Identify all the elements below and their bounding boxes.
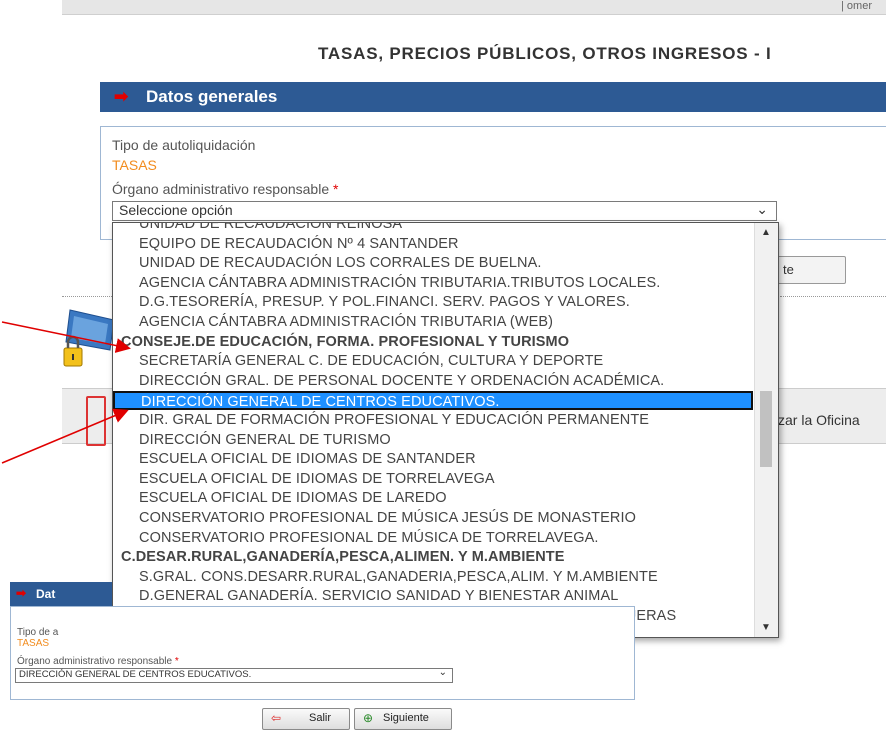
exit-icon: ⇦ <box>271 711 282 725</box>
dropdown-option[interactable]: UNIDAD DE RECAUDACIÓN REINOSA <box>113 223 753 234</box>
dropdown-option[interactable]: DIRECCIÓN GRAL. DE PERSONAL DOCENTE Y OR… <box>113 372 753 391</box>
chevron-down-icon: ⌄ <box>756 201 768 217</box>
dropdown-option[interactable]: CONSERVATORIO PROFESIONAL DE MÚSICA JESÚ… <box>113 509 753 528</box>
organo-select[interactable]: Seleccione opción ⌄ <box>112 201 777 221</box>
mini-datos-header: ➡ Dat <box>10 582 112 606</box>
organo-dropdown-list[interactable]: UNIDAD DE RECAUDACIÓN REINOSA EQUIPO DE R… <box>112 222 779 638</box>
mini-datos-body: Tipo de a TASAS Órgano administrativo re… <box>10 606 635 700</box>
pen-icon <box>86 396 106 446</box>
dropdown-option[interactable]: DIRECCIÓN GENERAL DE TURISMO <box>113 431 753 450</box>
organo-label: Órgano administrativo responsable * <box>112 181 339 197</box>
dropdown-option[interactable]: ESCUELA OFICIAL DE IDIOMAS DE LAREDO <box>113 489 753 508</box>
mini-organo-select[interactable]: DIRECCIÓN GENERAL DE CENTROS EDUCATIVOS.… <box>15 667 453 683</box>
page-title: TASAS, PRECIOS PÚBLICOS, OTROS INGRESOS … <box>318 44 772 63</box>
dropdown-option[interactable]: ESCUELA OFICIAL DE IDIOMAS DE SANTANDER <box>113 450 753 469</box>
tipo-value: TASAS <box>112 157 348 173</box>
dropdown-scrollbar[interactable]: ▲ ▼ <box>754 223 778 637</box>
siguiente-button[interactable]: ⊕ Siguiente <box>354 708 452 730</box>
salir-button[interactable]: ⇦ Salir <box>262 708 350 730</box>
dropdown-option[interactable]: ESCUELA OFICIAL DE IDIOMAS DE TORRELAVEG… <box>113 470 753 489</box>
mini-select-value: DIRECCIÓN GENERAL DE CENTROS EDUCATIVOS. <box>19 669 252 680</box>
dropdown-option[interactable]: UNIDAD DE RECAUDACIÓN LOS CORRALES DE BU… <box>113 254 753 273</box>
dropdown-group-label: CONSEJE.DE EDUCACIÓN, FORMA. PROFESIONAL… <box>121 333 570 350</box>
siguiente-label: Siguiente <box>383 712 429 724</box>
dropdown-option[interactable]: DIR. GRAL DE FORMACIÓN PROFESIONAL Y EDU… <box>113 411 753 430</box>
mini-organo-label: Órgano administrativo responsable * <box>17 656 179 667</box>
band-link-text[interactable]: zar la Oficina <box>778 412 860 428</box>
mini-tipo-value: TASAS <box>17 638 50 649</box>
dropdown-group-label: C.DESAR.RURAL,GANADERÍA,PESCA,ALIMEN. Y … <box>121 549 565 566</box>
dropdown-option[interactable]: S.GRAL. CONS.DESARR.RURAL,GANADERIA,PESC… <box>113 568 753 587</box>
mini-panel-title: Dat <box>36 587 56 601</box>
required-mark: * <box>174 656 179 667</box>
dropdown-option[interactable]: AGENCIA CÁNTABRA ADMINISTRACIÓN TRIBUTAR… <box>113 274 753 293</box>
background-button[interactable]: te <box>776 256 846 284</box>
mini-tipo-label: Tipo de a <box>17 627 59 638</box>
datos-generales-header: ➡ Datos generales <box>100 82 886 112</box>
dropdown-option[interactable]: EQUIPO DE RECAUDACIÓN Nº 4 SANTANDER <box>113 235 753 254</box>
organo-select-value: Seleccione opción <box>119 202 233 218</box>
dropdown-option[interactable]: CONSERVATORIO PROFESIONAL DE MÚSICA DE T… <box>113 529 753 548</box>
tipo-label: Tipo de autoliquidación <box>112 137 256 153</box>
scroll-up-icon[interactable]: ▲ <box>761 227 771 238</box>
dropdown-option[interactable]: D.G.TESORERÍA, PRESUP. Y POL.FINANCI. SE… <box>113 293 753 312</box>
scroll-down-icon[interactable]: ▼ <box>761 622 771 633</box>
background-button-label: te <box>783 262 794 277</box>
dropdown-options: UNIDAD DE RECAUDACIÓN REINOSA EQUIPO DE R… <box>113 223 753 637</box>
top-strip: | omer <box>62 0 886 15</box>
arrow-right-icon: ➡ <box>114 87 129 106</box>
dropdown-option[interactable]: D.GENERAL GANADERÍA. SERVICIO SANIDAD Y … <box>113 587 753 606</box>
salir-label: Salir <box>309 712 332 724</box>
lock-icon <box>63 309 115 367</box>
dropdown-option[interactable]: AGENCIA CÁNTABRA ADMINISTRACIÓN TRIBUTAR… <box>113 313 753 332</box>
panel-title: Datos generales <box>146 87 278 106</box>
dropdown-option[interactable]: SECRETARÍA GENERAL C. DE EDUCACIÓN, CULT… <box>113 352 753 371</box>
dropdown-option-selected[interactable]: DIRECCIÓN GENERAL DE CENTROS EDUCATIVOS. <box>113 391 753 411</box>
chevron-down-icon: ⌄ <box>438 667 447 678</box>
divider <box>62 296 112 297</box>
required-mark: * <box>333 181 339 197</box>
top-strip-text: | omer <box>841 0 872 12</box>
scroll-thumb[interactable] <box>760 391 772 467</box>
plus-circle-icon: ⊕ <box>363 711 374 725</box>
divider <box>780 296 886 297</box>
arrow-right-icon: ➡ <box>16 586 27 600</box>
